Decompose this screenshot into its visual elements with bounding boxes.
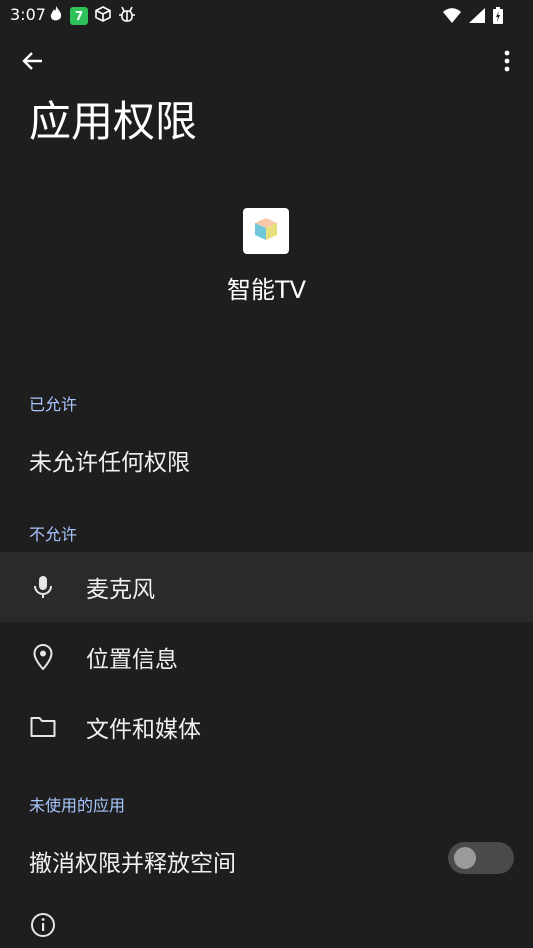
revoke-permissions-toggle[interactable] [448, 842, 514, 874]
folder-icon [30, 714, 56, 740]
permission-label: 文件和媒体 [86, 717, 201, 743]
status-left-icons: 7 [48, 5, 136, 27]
app-icon [243, 208, 289, 254]
section-header-allowed: 已允许 [29, 395, 78, 414]
fire-icon [48, 5, 64, 27]
app-name: 智能TV [226, 276, 307, 304]
status-bar: 3:07 7 [0, 0, 533, 30]
top-app-bar [0, 40, 533, 84]
more-vert-icon [504, 50, 510, 76]
section-header-denied: 不允许 [29, 525, 78, 544]
location-pin-icon [30, 644, 56, 670]
page-title: 应用权限 [29, 97, 198, 146]
status-time: 3:07 [10, 5, 46, 24]
revoke-permissions-label: 撤消权限并释放空间 [29, 851, 236, 877]
revoke-permissions-row[interactable]: 撤消权限并释放空间 [0, 822, 533, 892]
toggle-knob [454, 847, 476, 869]
arrow-left-icon [22, 50, 44, 76]
permission-label: 位置信息 [86, 647, 178, 673]
cube-app-icon [253, 216, 279, 246]
cube-icon [94, 5, 112, 27]
section-header-unused: 未使用的应用 [29, 796, 126, 815]
permission-row-microphone[interactable]: 麦克风 [0, 552, 533, 622]
permission-row-files-media[interactable]: 文件和媒体 [0, 692, 533, 762]
back-button[interactable] [18, 48, 48, 78]
microphone-icon [30, 574, 56, 600]
more-options-button[interactable] [495, 48, 519, 78]
info-icon [30, 912, 56, 938]
wifi-icon [443, 8, 461, 27]
signal-icon [469, 8, 485, 27]
permission-row-location[interactable]: 位置信息 [0, 622, 533, 692]
status-right-icons [443, 7, 503, 28]
bug-icon [118, 5, 136, 27]
green-7-icon: 7 [70, 7, 88, 25]
permission-label: 麦克风 [86, 577, 155, 603]
battery-icon [493, 7, 503, 28]
allowed-empty-text: 未允许任何权限 [29, 450, 190, 476]
